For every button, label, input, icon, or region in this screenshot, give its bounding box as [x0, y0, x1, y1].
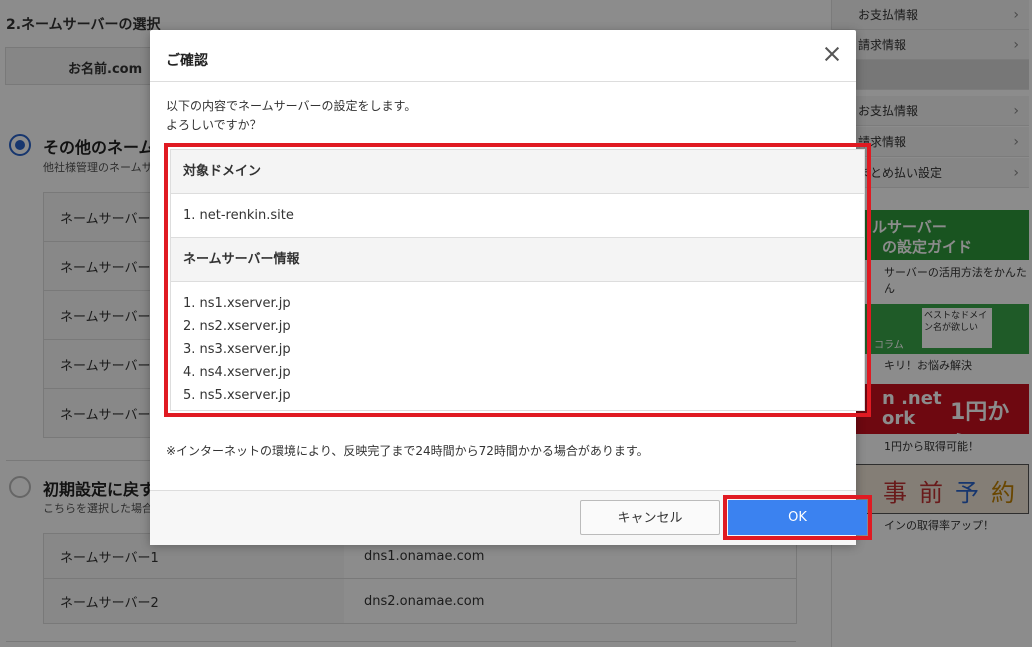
confirm-details: 対象ドメイン 1. net-renkin.site ネームサーバー情報 1. n…: [170, 149, 865, 411]
dialog-note: ※インターネットの環境により、反映完了まで24時間から72時間かかる場合がありま…: [166, 444, 649, 458]
nameserver-header: ネームサーバー情報: [171, 238, 864, 282]
nameserver-list: 1. ns1.xserver.jp 2. ns2.xserver.jp 3. n…: [171, 282, 864, 410]
list-item: 3. ns3.xserver.jp: [183, 342, 291, 357]
list-item: 1. ns1.xserver.jp: [183, 296, 291, 311]
ok-button[interactable]: OK: [728, 500, 867, 535]
dialog-message: 以下の内容でネームサーバーの設定をします。 よろしいですか？: [166, 97, 416, 135]
list-item: 2. ns2.xserver.jp: [183, 319, 291, 334]
dialog-title: ご確認: [166, 53, 208, 69]
domain-header: 対象ドメイン: [171, 150, 864, 194]
dialog-header: ご確認: [150, 30, 856, 82]
list-item: 4. ns4.xserver.jp: [183, 365, 291, 380]
message-line: よろしいですか？: [166, 118, 262, 132]
cancel-button[interactable]: キャンセル: [580, 500, 720, 535]
confirm-dialog: ご確認 以下の内容でネームサーバーの設定をします。 よろしいですか？ 対象ドメイ…: [150, 30, 872, 545]
message-line: 以下の内容でネームサーバーの設定をします。: [166, 99, 417, 113]
close-icon[interactable]: [820, 42, 844, 66]
list-item: 5. ns5.xserver.jp: [183, 388, 291, 403]
domain-list: 1. net-renkin.site: [171, 194, 864, 238]
list-item: 1. net-renkin.site: [183, 208, 294, 223]
